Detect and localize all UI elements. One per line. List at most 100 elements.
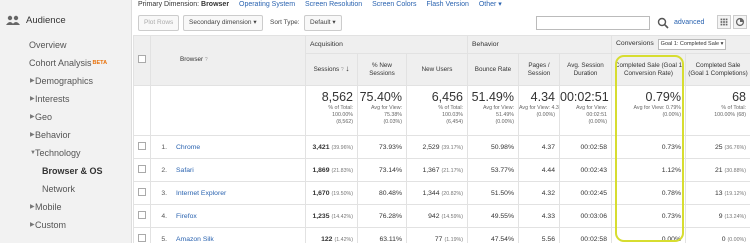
browser-header[interactable]: Browser ? (150, 35, 306, 86)
sessions-pct: (21.83%) (331, 167, 354, 174)
new-users-pct: (14.59%) (441, 213, 464, 220)
sessions-cell: 1,235 (14.42%) (305, 204, 358, 228)
sidebar-item-custom[interactable]: ▶ Custom (0, 216, 131, 234)
select-all-checkbox[interactable] (138, 55, 146, 64)
behavior-group-header: Behavior (467, 35, 612, 54)
pages-session-cell: 4.44 (518, 158, 560, 182)
browser-link[interactable]: Chrome (176, 144, 200, 151)
conv-rate-cell: 1.12% (611, 158, 686, 182)
sidebar-item-behavior[interactable]: ▶ Behavior (0, 126, 131, 144)
sessions-pct: (14.42%) (331, 213, 354, 220)
total-sub: (0.03%) (383, 119, 402, 126)
primary-dimension-label: Primary Dimension: (138, 1, 200, 8)
total-sub: (0.00%) (536, 112, 555, 119)
total-bounce-rate: 51.49% Avg for View: 51.49% (0.00%) (467, 85, 519, 136)
bounce-rate-header[interactable]: Bounce Rate (467, 53, 519, 86)
row-checkbox[interactable] (138, 165, 146, 173)
sidebar-item-mobile[interactable]: ▶ Mobile (0, 198, 131, 216)
browser-link[interactable]: Amazon Silk (176, 236, 214, 243)
goal-select-dropdown[interactable]: Goal 1: Completed Sale ▾ (657, 39, 727, 50)
avg-duration-header-label: Avg. Session Duration (567, 62, 604, 77)
new-users-pct: (1.19%) (444, 236, 463, 243)
sessions-value: 1,869 (312, 166, 330, 174)
sessions-header[interactable]: Sessions ? ↓ (305, 53, 358, 86)
conv-rate-header[interactable]: Completed Sale (Goal 1 Conversion Rate) (611, 53, 686, 86)
new-users-header-label: New Users (421, 65, 453, 73)
sidebar-item-interests[interactable]: ▶ Interests (0, 90, 131, 108)
avg-duration-cell: 00:02:58 (559, 227, 612, 243)
completions-header[interactable]: Completed Sale (Goal 1 Completions) (684, 53, 750, 86)
bounce-rate-cell: 47.54% (467, 227, 519, 243)
avg-duration-cell: 00:03:06 (559, 204, 612, 228)
search-icon[interactable] (657, 17, 669, 29)
total-sub: (0.00%) (495, 119, 514, 126)
sidebar-item-technology[interactable]: ▼ Technology (0, 144, 131, 162)
row-checkbox[interactable] (138, 142, 146, 150)
dimension-link-screen-resolution[interactable]: Screen Resolution (305, 1, 362, 8)
new-users-header[interactable]: New Users (406, 53, 468, 86)
total-value: 75.40% (359, 90, 402, 104)
avg-duration-header[interactable]: Avg. Session Duration (559, 53, 612, 86)
new-users-cell: 2,529 (39.17%) (406, 135, 468, 159)
browser-cell: 3. Internet Explorer (150, 181, 306, 205)
new-sessions-header[interactable]: % New Sessions (357, 53, 407, 86)
browser-header-label: Browser (180, 56, 204, 64)
conv-rate-cell: 0.00% (611, 227, 686, 243)
sort-type-dropdown[interactable]: Default ▾ (304, 15, 342, 31)
total-value: 4.34 (530, 90, 555, 104)
dimension-link-other[interactable]: Other ▾ (479, 1, 502, 8)
row-checkbox[interactable] (138, 188, 146, 196)
row-checkbox-cell (133, 158, 151, 182)
sidebar-item-geo[interactable]: ▶ Geo (0, 108, 131, 126)
sessions-pct: (39.96%) (331, 144, 354, 151)
browser-link[interactable]: Internet Explorer (176, 190, 226, 197)
conv-rate-header-label: Completed Sale (Goal 1 Conversion Rate) (614, 62, 683, 77)
browser-link[interactable]: Safari (176, 167, 194, 174)
pages-session-cell: 4.37 (518, 135, 560, 159)
dimension-link-screen-colors[interactable]: Screen Colors (372, 1, 416, 8)
dimension-link-operating-system[interactable]: Operating System (239, 1, 295, 8)
advanced-filter-link[interactable]: advanced (674, 15, 704, 31)
sidebar-item-demographics[interactable]: ▶ Demographics (0, 72, 131, 90)
total-new-users: 6,456% of Total: 100.03% (6,454) (406, 85, 468, 136)
browser-cell: 2. Safari (150, 158, 306, 182)
help-icon[interactable]: ? (205, 57, 208, 63)
completions-cell: 21 (30.88%) (684, 158, 750, 182)
total-sub: (0.00%) (662, 112, 681, 119)
bounce-rate-cell: 53.77% (467, 158, 519, 182)
pages-session-header[interactable]: Pages / Session (518, 53, 560, 86)
conversions-label: Conversions (616, 40, 654, 47)
help-icon[interactable]: ? (341, 67, 344, 73)
view-percentage-icon[interactable] (733, 15, 747, 29)
secondary-dimension-dropdown[interactable]: Secondary dimension ▾ (183, 15, 263, 31)
table-search-input[interactable] (536, 16, 650, 30)
row-checkbox[interactable] (138, 234, 146, 242)
conv-rate-cell: 0.73% (611, 135, 686, 159)
table-view-grid-icon[interactable] (717, 15, 731, 29)
audience-section-header[interactable]: Audience (0, 8, 131, 32)
total-sub: 100.00% (68) (714, 112, 747, 119)
sidebar-item-cohort-analysis[interactable]: Cohort AnalysisBETA (0, 54, 131, 72)
report-main: Primary Dimension: Browser Operating Sys… (133, 0, 750, 243)
dimension-link-flash-version[interactable]: Flash Version (426, 1, 468, 8)
sessions-value: 1,235 (312, 212, 330, 220)
sessions-cell: 122 (1.42%) (305, 227, 358, 243)
row-number: 4. (161, 212, 167, 220)
conv-rate-cell: 0.73% (611, 204, 686, 228)
plot-rows-button[interactable]: Plot Rows (138, 15, 180, 31)
total-sub: (0.00%) (588, 119, 607, 126)
row-number: 5. (161, 235, 167, 243)
sidebar-item-network[interactable]: Network (0, 180, 131, 198)
row-checkbox-cell (133, 181, 151, 205)
sidebar-item-browser-os[interactable]: Browser & OS (0, 162, 131, 180)
row-checkbox[interactable] (138, 211, 146, 219)
expand-caret-icon: ▶ (30, 114, 35, 120)
pages-session-cell: 5.56 (518, 227, 560, 243)
table-row: 5. Amazon Silk 122 (1.42%) 63.11% 77 (1.19%) 47… (133, 227, 750, 243)
sidebar-item-label: Network (42, 184, 76, 194)
new-users-value: 2,529 (422, 143, 440, 151)
sidebar-item-overview[interactable]: Overview (0, 36, 131, 54)
browser-link[interactable]: Firefox (176, 213, 197, 220)
new-sessions-cell: 73.14% (357, 158, 407, 182)
report-table: Browser ? Acquisition Behavior Conversio… (133, 35, 750, 243)
